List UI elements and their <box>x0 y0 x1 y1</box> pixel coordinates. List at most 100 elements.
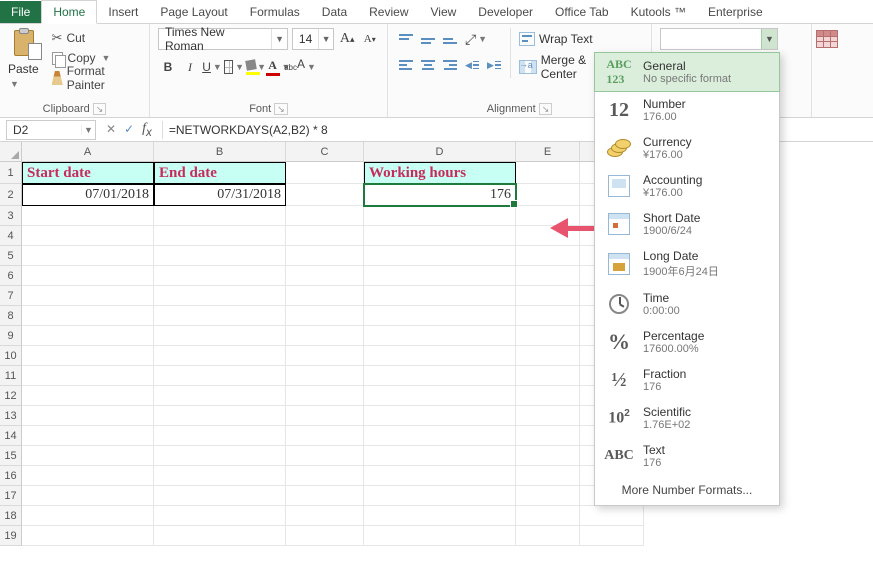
cell[interactable] <box>154 246 286 266</box>
cell[interactable] <box>154 386 286 406</box>
chevron-down-icon[interactable]: ▼ <box>271 29 287 49</box>
cell[interactable] <box>364 506 516 526</box>
col-header[interactable]: E <box>516 142 580 162</box>
cell[interactable] <box>154 426 286 446</box>
cell[interactable] <box>286 366 364 386</box>
cell[interactable]: Start date <box>22 162 154 184</box>
col-header[interactable]: A <box>22 142 154 162</box>
row-header[interactable]: 7 <box>0 286 22 306</box>
cell[interactable] <box>364 266 516 286</box>
cell[interactable] <box>516 506 580 526</box>
col-header[interactable]: D <box>364 142 516 162</box>
borders-button[interactable]: ▼ <box>224 56 244 78</box>
cell[interactable] <box>516 426 580 446</box>
cell[interactable] <box>364 326 516 346</box>
cell[interactable] <box>154 266 286 286</box>
cell[interactable] <box>154 466 286 486</box>
cell[interactable] <box>154 286 286 306</box>
row-header[interactable]: 2 <box>0 184 22 206</box>
cell[interactable] <box>154 226 286 246</box>
cell[interactable] <box>364 366 516 386</box>
cell[interactable]: Working hours <box>364 162 516 184</box>
cell[interactable] <box>154 506 286 526</box>
cell[interactable] <box>364 386 516 406</box>
cell[interactable] <box>516 246 580 266</box>
decrease-font-button[interactable]: A▾ <box>360 28 379 50</box>
enter-formula-icon[interactable]: ✓ <box>124 122 134 136</box>
tab-insert[interactable]: Insert <box>97 1 149 23</box>
cell[interactable] <box>22 386 154 406</box>
col-header[interactable]: B <box>154 142 286 162</box>
cell[interactable] <box>516 326 580 346</box>
cell[interactable] <box>516 406 580 426</box>
increase-font-button[interactable]: A▴ <box>338 28 357 50</box>
chevron-down-icon[interactable]: ▼ <box>318 29 333 49</box>
cell[interactable] <box>516 184 580 206</box>
underline-button[interactable]: U▼ <box>202 56 222 78</box>
cell[interactable] <box>286 426 364 446</box>
row-header[interactable]: 13 <box>0 406 22 426</box>
cell[interactable] <box>364 246 516 266</box>
tab-data[interactable]: Data <box>311 1 358 23</box>
name-box[interactable]: D2 ▼ <box>6 120 96 140</box>
row-header[interactable]: 18 <box>0 506 22 526</box>
format-time[interactable]: Time0:00:00 <box>595 285 779 323</box>
cell[interactable] <box>286 346 364 366</box>
cell[interactable] <box>286 266 364 286</box>
cell[interactable] <box>516 466 580 486</box>
cell[interactable] <box>364 486 516 506</box>
cell[interactable] <box>286 386 364 406</box>
tab-view[interactable]: View <box>420 1 468 23</box>
format-percentage[interactable]: % Percentage17600.00% <box>595 323 779 361</box>
cell[interactable] <box>22 506 154 526</box>
more-number-formats[interactable]: More Number Formats... <box>595 475 779 505</box>
row-header[interactable]: 1 <box>0 162 22 184</box>
cell[interactable] <box>154 526 286 546</box>
cell[interactable] <box>286 326 364 346</box>
dialog-launcher-icon[interactable]: ↘ <box>93 103 107 115</box>
font-size-combo[interactable]: 14▼ <box>292 28 334 50</box>
cell[interactable] <box>364 526 516 546</box>
cell[interactable] <box>154 306 286 326</box>
cell[interactable] <box>22 366 154 386</box>
format-accounting[interactable]: Accounting¥176.00 <box>595 167 779 205</box>
cell[interactable] <box>154 446 286 466</box>
cell[interactable] <box>22 346 154 366</box>
cell[interactable] <box>286 406 364 426</box>
cell[interactable] <box>580 526 644 546</box>
format-long-date[interactable]: Long Date1900年6月24日 <box>595 243 779 285</box>
cell[interactable] <box>286 466 364 486</box>
cell[interactable] <box>22 446 154 466</box>
format-fraction[interactable]: ½ Fraction176 <box>595 361 779 399</box>
format-number[interactable]: 12 Number176.00 <box>595 91 779 129</box>
cell[interactable] <box>364 426 516 446</box>
paste-icon[interactable] <box>12 28 42 60</box>
dialog-launcher-icon[interactable]: ↘ <box>539 103 553 115</box>
row-header[interactable]: 10 <box>0 346 22 366</box>
cell[interactable] <box>364 406 516 426</box>
row-header[interactable]: 19 <box>0 526 22 546</box>
cell[interactable] <box>154 206 286 226</box>
cell[interactable] <box>364 206 516 226</box>
cell[interactable] <box>22 306 154 326</box>
increase-indent-button[interactable]: ▶ <box>484 54 504 76</box>
cell[interactable] <box>516 162 580 184</box>
cell[interactable] <box>22 486 154 506</box>
chevron-down-icon[interactable]: ▼ <box>81 125 95 135</box>
align-center-button[interactable] <box>418 54 438 76</box>
cell[interactable]: 07/31/2018 <box>154 184 286 206</box>
row-header[interactable]: 14 <box>0 426 22 446</box>
align-top-button[interactable] <box>396 28 416 50</box>
cell[interactable] <box>580 506 644 526</box>
tab-kutools[interactable]: Kutools ™ <box>620 1 697 23</box>
cell-selected[interactable]: 176 <box>364 184 516 206</box>
cell[interactable] <box>286 306 364 326</box>
cell[interactable] <box>364 446 516 466</box>
cell[interactable] <box>516 526 580 546</box>
cancel-formula-icon[interactable]: ✕ <box>106 122 116 136</box>
tab-office-tab[interactable]: Office Tab <box>544 1 620 23</box>
cell[interactable] <box>286 246 364 266</box>
cell[interactable] <box>22 326 154 346</box>
cell[interactable] <box>516 486 580 506</box>
cell[interactable] <box>364 286 516 306</box>
